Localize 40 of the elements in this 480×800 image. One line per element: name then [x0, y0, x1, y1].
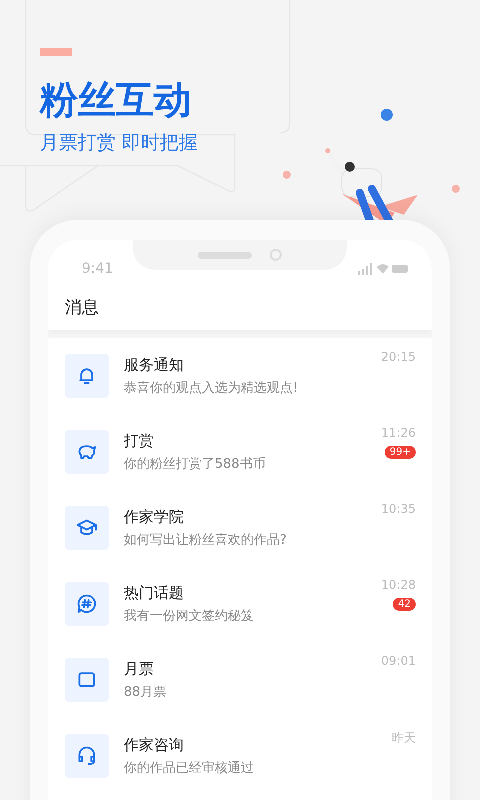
message-time: 11:26 [381, 426, 416, 440]
message-time: 20:15 [381, 350, 416, 364]
message-time: 10:28 [381, 578, 416, 592]
status-time: 9:41 [82, 260, 114, 276]
message-preview: 如何写出让粉丝喜欢的作品? [124, 532, 288, 548]
graduation-cap-icon [65, 506, 109, 550]
dot-icon [381, 109, 393, 121]
message-title: 服务通知 [124, 356, 185, 374]
hero-title: 粉丝互动 [40, 78, 192, 122]
message-preview: 你的粉丝打赏了588书币 [124, 456, 267, 472]
message-preview: 88月票 [124, 684, 168, 700]
message-item[interactable]: 作家咨询 你的作品已经审核通过 昨天 [48, 718, 432, 794]
hero-subtitle: 月票打赏 即时把握 [40, 132, 198, 154]
message-preview: 你的作品已经审核通过 [124, 760, 255, 776]
dot-icon [283, 171, 291, 179]
hashtag-chat-icon [65, 582, 109, 626]
message-title: 作家学院 [124, 508, 185, 526]
message-title: 热门话题 [124, 584, 185, 602]
message-time: 09:01 [381, 654, 416, 668]
bell-icon [65, 354, 109, 398]
message-item[interactable]: 月票 88月票 09:01 [48, 642, 432, 718]
status-icons [358, 262, 410, 274]
unread-badge: 42 [393, 598, 416, 611]
message-title: 打赏 [124, 432, 155, 450]
message-title: 作家咨询 [124, 736, 185, 754]
piggy-bank-icon [65, 430, 109, 474]
message-preview: 恭喜你的观点入选为精选观点! [124, 380, 300, 396]
message-item[interactable]: 打赏 你的粉丝打赏了588书币 11:26 99+ [48, 414, 432, 490]
message-item[interactable]: 热门话题 我有一份网文签约秘笈 10:28 42 [48, 566, 432, 642]
headset-icon [65, 734, 109, 778]
message-time: 10:35 [381, 502, 416, 516]
accent-bar [40, 48, 72, 56]
screen-title: 消息 [65, 297, 99, 319]
message-preview: 我有一份网文签约秘笈 [124, 608, 255, 624]
message-time: 昨天 [392, 730, 416, 747]
message-title: 月票 [124, 660, 155, 678]
dot-icon [452, 185, 460, 193]
message-item[interactable]: 作家学院 如何写出让粉丝喜欢的作品? 10:35 [48, 490, 432, 566]
message-item[interactable]: 服务通知 恭喜你的观点入选为精选观点! 20:15 [48, 338, 432, 414]
unread-badge: 99+ [384, 446, 416, 459]
